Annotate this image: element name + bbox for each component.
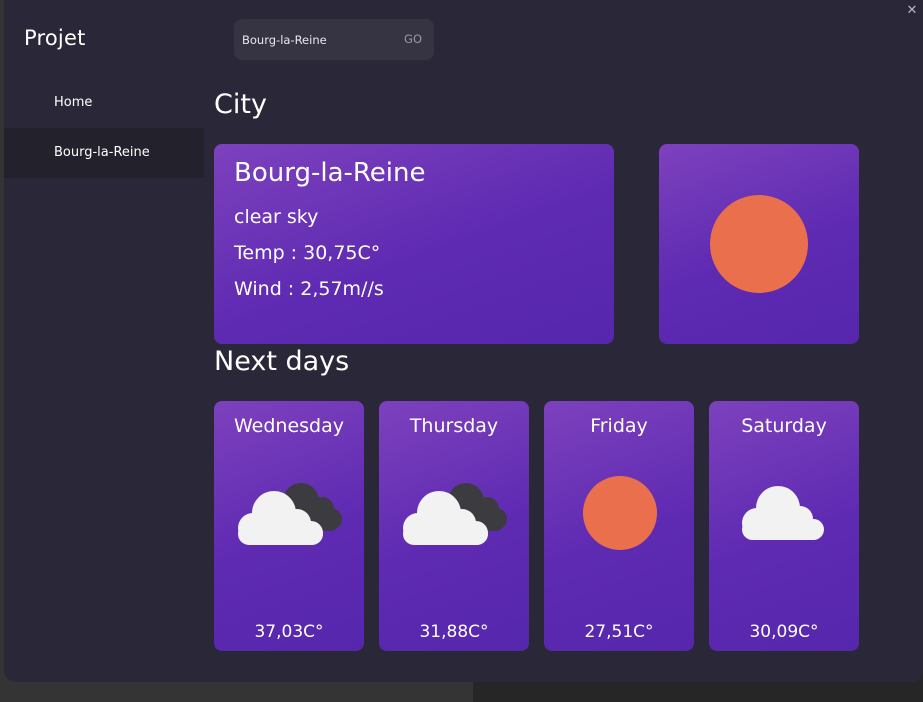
go-button[interactable]: GO <box>404 32 422 46</box>
forecast-temperature: 27,51C° <box>584 622 654 642</box>
search-input[interactable] <box>242 31 392 49</box>
sidebar-item-label: Bourg-la-Reine <box>54 145 150 160</box>
cloud-icon <box>742 486 824 540</box>
app-window: ✕ Projet GO Home Bourg-la-Reine City Bou… <box>4 0 923 682</box>
forecast-temperature: 37,03C° <box>254 622 324 642</box>
sun-icon <box>710 195 808 293</box>
app-title: Projet <box>24 26 86 50</box>
temperature: Temp : 30,75C° <box>234 242 381 264</box>
sidebar-item-bourg-la-reine[interactable]: Bourg-la-Reine <box>4 128 204 178</box>
forecast-card-friday: Friday 27,51C° <box>544 401 694 651</box>
forecast-day-name: Friday <box>590 415 648 437</box>
weather-description: clear sky <box>234 206 319 228</box>
current-weather-icon-card <box>659 144 859 344</box>
city-section-title: City <box>214 89 267 120</box>
sidebar-item-label: Home <box>54 95 93 110</box>
sun-icon <box>583 476 657 550</box>
wind-speed: Wind : 2,57m//s <box>234 278 384 300</box>
sidebar: Home Bourg-la-Reine <box>4 78 204 178</box>
forecast-card-saturday: Saturday 30,09C° <box>709 401 859 651</box>
close-icon[interactable]: ✕ <box>903 2 921 20</box>
next-days-section-title: Next days <box>214 346 350 377</box>
cloud-dark-cloud-icon <box>238 483 342 545</box>
forecast-card-wednesday: Wednesday 37,03C° <box>214 401 364 651</box>
sidebar-item-home[interactable]: Home <box>4 78 204 128</box>
cloud-dark-cloud-icon <box>403 483 507 545</box>
city-name: Bourg-la-Reine <box>234 158 426 188</box>
forecast-day-name: Saturday <box>741 415 827 437</box>
forecast-day-name: Thursday <box>409 415 499 437</box>
forecast-temperature: 31,88C° <box>419 622 489 642</box>
forecast-temperature: 30,09C° <box>749 622 819 642</box>
current-weather-card: Bourg-la-Reine clear sky Temp : 30,75C° … <box>214 144 614 344</box>
search-box: GO <box>234 19 434 60</box>
forecast-day-name: Wednesday <box>233 415 344 437</box>
forecast-card-thursday: Thursday 31,88C° <box>379 401 529 651</box>
